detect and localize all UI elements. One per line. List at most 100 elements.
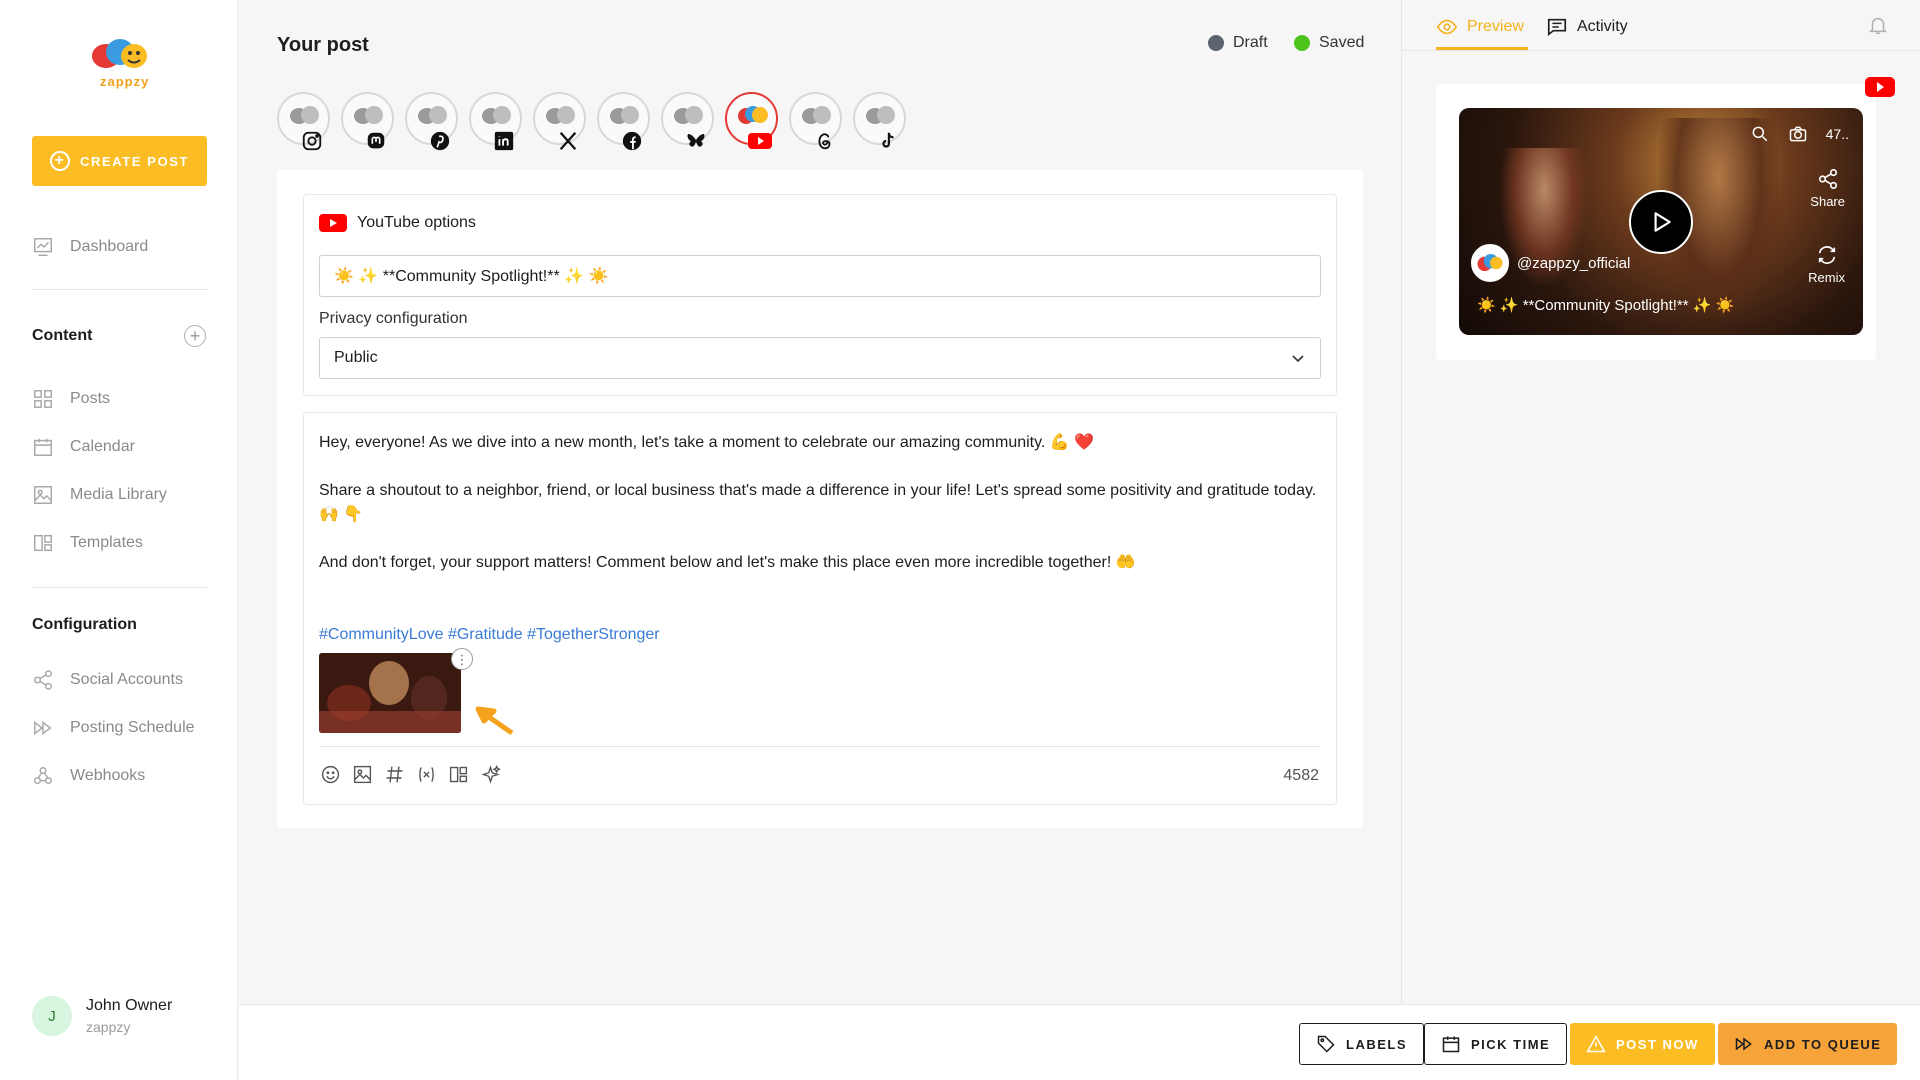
- warning-icon: [1586, 1034, 1606, 1053]
- remix-label: Remix: [1808, 270, 1845, 285]
- account-avatar-icon: [738, 106, 768, 124]
- sidebar-item-posts[interactable]: Posts: [32, 387, 110, 411]
- action-bar: LABELS PICK TIME POST NOW ADD TO QUEUE: [239, 1004, 1920, 1080]
- channel-name: @zappzy_official: [1517, 254, 1631, 272]
- eye-icon: [1436, 19, 1458, 35]
- user-profile[interactable]: J John Owner zappzy: [32, 996, 172, 1036]
- search-icon[interactable]: [1750, 124, 1770, 144]
- media-thumbnail[interactable]: [319, 653, 461, 733]
- tiktok-icon: [875, 128, 901, 154]
- create-post-label: CREATE POST: [80, 153, 190, 169]
- sidebar-item-calendar[interactable]: Calendar: [32, 435, 135, 459]
- draft-status: Draft: [1208, 34, 1268, 52]
- sidebar: zappzy + CREATE POST Dashboard Content +…: [0, 0, 238, 1080]
- comment-icon: [1547, 18, 1567, 37]
- youtube-options-header: YouTube options: [319, 213, 476, 233]
- post-body-text[interactable]: Hey, everyone! As we dive into a new mon…: [319, 431, 1319, 647]
- account-linkedin[interactable]: [469, 92, 522, 151]
- labels-button[interactable]: LABELS: [1299, 1023, 1424, 1065]
- arrow-pointer-icon: [475, 706, 514, 736]
- labels-label: LABELS: [1346, 1036, 1407, 1052]
- account-tiktok[interactable]: [853, 92, 906, 148]
- sidebar-item-label: Posting Schedule: [70, 719, 195, 736]
- account-avatar-icon: [418, 106, 447, 124]
- sidebar-item-dashboard[interactable]: Dashboard: [32, 235, 148, 259]
- webhook-icon: [34, 767, 52, 785]
- tag-icon: [1317, 1035, 1335, 1053]
- emoji-icon[interactable]: [319, 763, 341, 785]
- pick-time-label: PICK TIME: [1471, 1036, 1551, 1052]
- account-avatar-icon: [290, 106, 319, 124]
- sidebar-item-social-accounts[interactable]: Social Accounts: [32, 668, 183, 692]
- account-instagram[interactable]: [277, 92, 330, 151]
- ai-sparkle-icon[interactable]: [479, 763, 501, 785]
- dashboard-icon: [34, 238, 52, 256]
- youtube-icon: [747, 128, 773, 154]
- pinterest-icon: [427, 128, 453, 154]
- account-threads[interactable]: [789, 92, 842, 150]
- camera-icon[interactable]: [1788, 124, 1808, 144]
- sidebar-item-webhooks[interactable]: Webhooks: [32, 764, 145, 788]
- image-icon[interactable]: [351, 763, 373, 785]
- bell-icon[interactable]: [1867, 14, 1889, 36]
- sidebar-item-posting-schedule[interactable]: Posting Schedule: [32, 716, 195, 740]
- facebook-icon: [619, 128, 645, 154]
- add-content-icon[interactable]: +: [184, 325, 206, 347]
- tab-activity[interactable]: Activity: [1546, 16, 1628, 38]
- account-pinterest[interactable]: [405, 92, 458, 151]
- account-mastodon[interactable]: [341, 92, 394, 149]
- account-facebook[interactable]: [597, 92, 650, 151]
- video-title-input[interactable]: [319, 255, 1321, 297]
- share-icon: [1818, 169, 1837, 189]
- templates-icon: [34, 534, 52, 552]
- account-x[interactable]: [533, 92, 586, 150]
- draft-label: Draft: [1233, 34, 1268, 51]
- variable-icon[interactable]: [415, 763, 437, 785]
- calendar-icon: [1442, 1036, 1460, 1053]
- sidebar-item-media-library[interactable]: Media Library: [32, 483, 167, 507]
- share-icon: [34, 670, 52, 690]
- post-now-label: POST NOW: [1616, 1036, 1699, 1052]
- account-bluesky[interactable]: [661, 92, 714, 147]
- play-button[interactable]: [1629, 190, 1693, 254]
- avatar: J: [32, 996, 72, 1036]
- pick-time-button[interactable]: PICK TIME: [1424, 1023, 1568, 1065]
- hashtag-icon[interactable]: [383, 763, 405, 785]
- tab-preview[interactable]: Preview: [1436, 16, 1524, 38]
- page-title: Your post: [277, 34, 369, 56]
- active-tab-indicator: [1436, 47, 1528, 50]
- add-to-queue-button[interactable]: ADD TO QUEUE: [1718, 1023, 1898, 1065]
- post-body-editor[interactable]: Hey, everyone! As we dive into a new mon…: [303, 412, 1337, 805]
- post-card: YouTube options Privacy configuration Pu…: [277, 170, 1363, 828]
- chevron-down-icon: [1292, 355, 1304, 363]
- account-youtube[interactable]: [725, 92, 778, 149]
- create-post-button[interactable]: + CREATE POST: [32, 136, 207, 186]
- sidebar-item-label: Social Accounts: [70, 671, 183, 688]
- channel-avatar: [1471, 244, 1509, 282]
- share-action[interactable]: Share: [1810, 168, 1845, 209]
- content-section-title: Content: [32, 327, 93, 344]
- calendar-icon: [34, 438, 52, 456]
- hashtags[interactable]: #CommunityLove #Gratitude #TogetherStron…: [319, 623, 1319, 647]
- post-now-button[interactable]: POST NOW: [1570, 1023, 1715, 1065]
- tab-label: Preview: [1467, 18, 1524, 35]
- remix-action[interactable]: Remix: [1808, 244, 1845, 285]
- body-paragraph: Hey, everyone! As we dive into a new mon…: [319, 434, 1095, 451]
- plus-circle-icon: +: [50, 151, 70, 171]
- templates-icon[interactable]: [447, 763, 469, 785]
- media-menu-icon[interactable]: ⋮: [451, 648, 473, 670]
- sidebar-divider: [32, 587, 207, 588]
- account-avatar-icon: [610, 106, 639, 124]
- sidebar-divider: [32, 289, 207, 290]
- video-preview[interactable]: 47.. Share Remix @zappzy_official ☀️ ✨ *…: [1459, 108, 1863, 335]
- mastodon-icon: [363, 128, 389, 154]
- privacy-select[interactable]: Public: [319, 337, 1321, 379]
- play-icon: [1654, 212, 1671, 232]
- instagram-icon: [299, 128, 325, 154]
- saved-dot-icon: [1294, 35, 1310, 51]
- grid-icon: [34, 390, 52, 408]
- channel-handle[interactable]: @zappzy_official: [1471, 244, 1630, 282]
- sidebar-item-templates[interactable]: Templates: [32, 531, 143, 555]
- saved-label: Saved: [1319, 34, 1365, 51]
- media-thumbnail-image: [319, 653, 461, 733]
